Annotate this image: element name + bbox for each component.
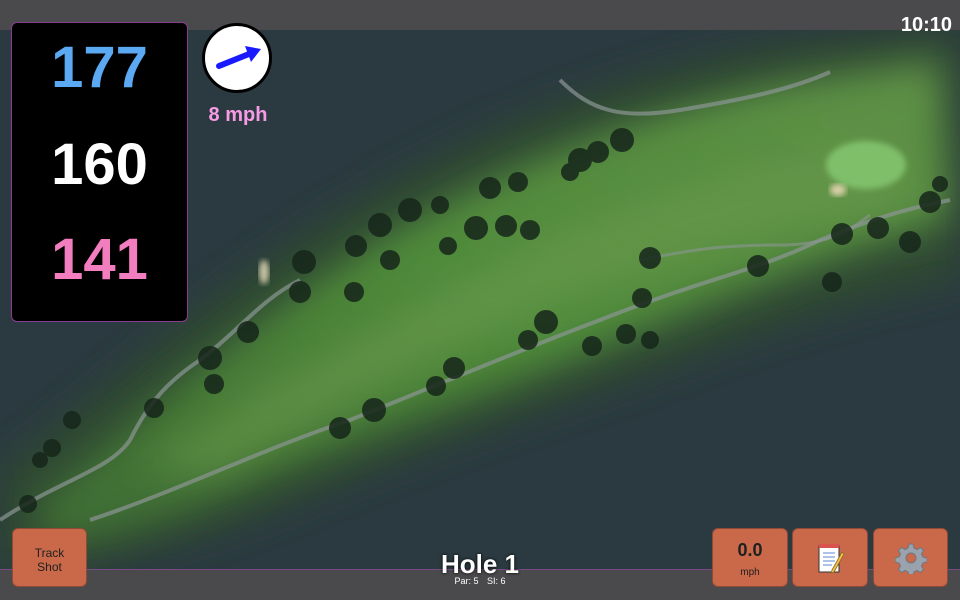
speed-value: 0.0 <box>737 540 763 560</box>
putting-green <box>826 141 906 189</box>
hole-info: Par: 5 SI: 6 <box>380 576 580 586</box>
middle-distance: 160 <box>51 132 148 197</box>
track-shot-button[interactable]: Track Shot <box>12 528 87 587</box>
speed-unit: mph <box>740 567 760 578</box>
wind-direction-dial <box>202 23 272 93</box>
bunker <box>259 260 269 284</box>
hole-par: Par: 5 <box>454 576 479 586</box>
clock-time: 10:10 <box>900 14 952 36</box>
speed-button[interactable]: 0.0 mph <box>712 528 788 587</box>
distance-panel: 177 160 141 <box>11 22 188 322</box>
front-distance: 141 <box>51 227 148 292</box>
wind-arrow-icon <box>216 46 261 69</box>
wind-speed: 8 mph <box>208 104 268 126</box>
settings-button[interactable] <box>873 528 948 587</box>
hole-title: Hole 1 <box>440 549 520 579</box>
notepad-icon <box>818 543 845 574</box>
notes-button[interactable] <box>792 528 868 587</box>
track-shot-label-2: Shot <box>37 560 62 574</box>
track-shot-label-1: Track <box>34 546 65 560</box>
gear-icon <box>894 543 927 574</box>
hole-stroke-index: SI: 6 <box>487 576 506 586</box>
back-distance: 177 <box>51 35 148 100</box>
bunker <box>830 184 846 196</box>
